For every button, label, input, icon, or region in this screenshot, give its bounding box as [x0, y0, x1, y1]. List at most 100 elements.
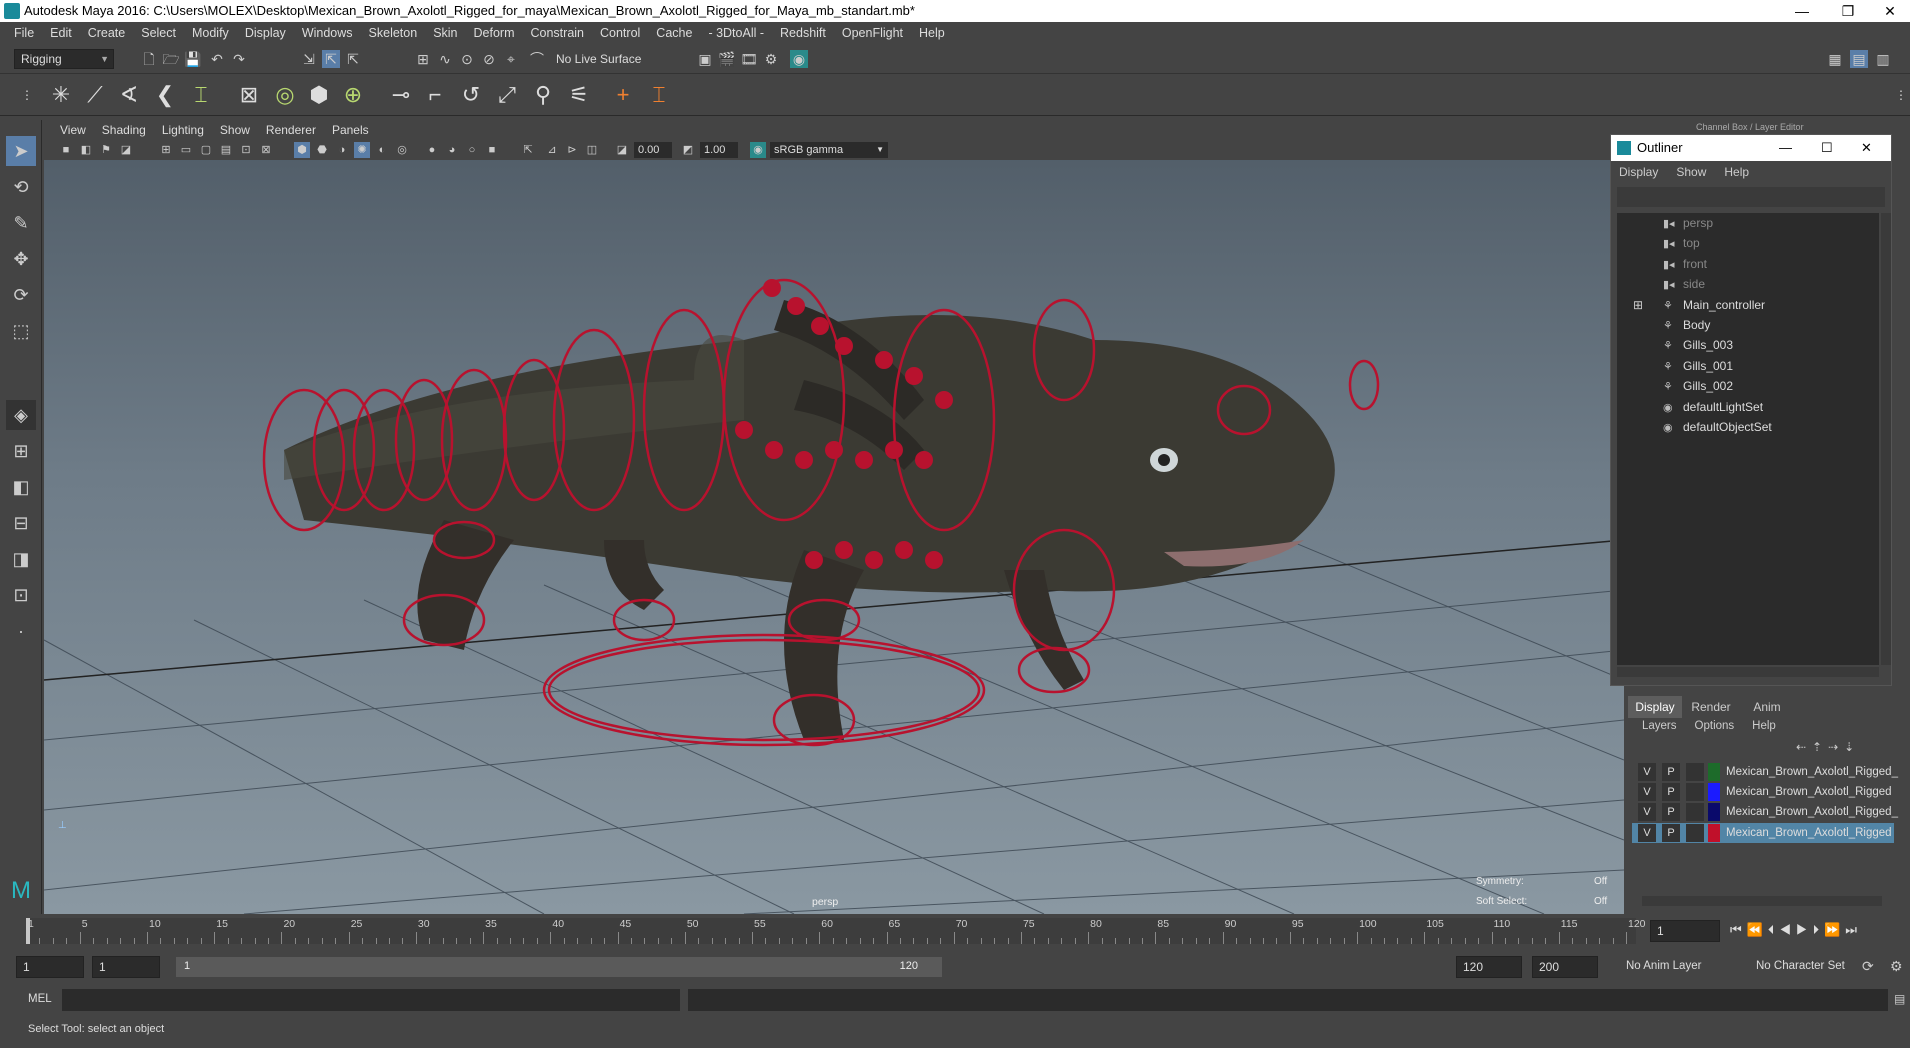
outliner-item[interactable]: ⊞ ⚘ Main_controller [1633, 295, 1765, 315]
mel-label[interactable]: MEL [28, 993, 52, 1005]
layer-playback-toggle[interactable]: P [1662, 763, 1680, 781]
viewport-menu-item[interactable]: Renderer [258, 123, 324, 137]
motion-blur-icon[interactable]: ◕ [444, 142, 460, 158]
outliner-item[interactable]: ⚘ Gills_003 [1663, 335, 1733, 355]
auto-key-icon[interactable]: ⟳ [1862, 958, 1874, 975]
layer-color-swatch[interactable] [1708, 823, 1720, 842]
live-surface-icon[interactable]: ⌒ [528, 50, 546, 68]
time-slider-track[interactable]: 1 5 10 15 20 25 30 35 40 45 50 55 60 65 70 75 80 85 90 95 10… [26, 918, 1646, 944]
snap-view-icon[interactable]: ⊘ [480, 50, 498, 68]
layer-tab[interactable]: Anim [1740, 696, 1794, 718]
new-scene-icon[interactable]: 🗋 [140, 50, 158, 68]
xray-active-icon[interactable]: ⊳ [564, 142, 580, 158]
joint-tool-icon[interactable]: ✳ [46, 79, 76, 111]
layer-row[interactable]: V P Mexican_Brown_Axolotl_Rigged_ [1632, 762, 1898, 782]
image-plane-icon[interactable]: ◪ [118, 142, 134, 158]
outliner-horizontal-scrollbar[interactable] [1617, 667, 1879, 677]
xray-icon[interactable]: ◎ [394, 142, 410, 158]
layer-display-type[interactable] [1686, 803, 1704, 822]
playback-end-field[interactable]: 120 [1456, 956, 1522, 978]
outliner-item[interactable]: ⚘ Gills_002 [1663, 376, 1733, 396]
layer-move-icons[interactable]: ⇠⇡⇢⇣ [1796, 740, 1860, 754]
layer-horizontal-scrollbar[interactable] [1642, 896, 1882, 906]
menu-item[interactable]: Display [237, 26, 294, 40]
backface-icon[interactable]: ◫ [584, 142, 600, 158]
menuset-dropdown[interactable]: Rigging ▼ [14, 49, 114, 69]
restore-button[interactable]: ❐ [1828, 0, 1868, 22]
color-management-icon[interactable]: ◉ [750, 142, 766, 158]
command-input[interactable] [62, 989, 680, 1011]
playback-controls[interactable]: ⏮⏪⏴◀▶⏵⏩⏭ [1730, 922, 1862, 938]
time-slider[interactable]: 1 5 10 15 20 25 30 35 40 45 50 55 60 65 70 75 80 85 90 95 10… [0, 914, 1910, 948]
menu-item[interactable]: Skeleton [361, 26, 426, 40]
ik-handle-icon[interactable]: ⟋ [80, 79, 110, 111]
render-settings-icon[interactable]: ⚙ [762, 50, 780, 68]
paint-select-icon[interactable]: ✎ [6, 208, 36, 238]
select-object-icon[interactable]: ⇱ [322, 50, 340, 68]
viewport-menu-item[interactable]: Show [212, 123, 258, 137]
outliner-menu-item[interactable]: Display [1619, 165, 1658, 179]
character-set-dropdown[interactable]: No Character Set [1756, 960, 1845, 972]
field-chart-icon[interactable]: ⊡ [238, 142, 254, 158]
color-space-dropdown[interactable]: sRGB gamma ▼ [770, 142, 888, 158]
scale-tool-icon[interactable]: ⬚ [6, 316, 36, 346]
outliner-vertical-scrollbar[interactable] [1881, 213, 1891, 665]
smooth-shade-icon[interactable]: ⬣ [314, 142, 330, 158]
camera-attributes-icon[interactable]: ◧ [78, 142, 94, 158]
set-driven-key-icon[interactable]: ⌶ [644, 79, 674, 111]
menu-item[interactable]: Help [911, 26, 953, 40]
side-by-side-icon[interactable]: ◧ [6, 472, 36, 502]
outliner-item[interactable]: ▮◂ persp [1663, 213, 1713, 233]
close-button[interactable]: ✕ [1870, 0, 1910, 22]
layer-tab[interactable]: Render [1684, 696, 1738, 718]
anim-layer-dropdown[interactable]: No Anim Layer [1626, 960, 1701, 972]
current-frame-field[interactable]: 1 [1650, 920, 1720, 942]
parent-constraint-icon[interactable]: ⊸ [386, 79, 416, 111]
lasso-tool-icon[interactable]: ⟲ [6, 172, 36, 202]
ik-spline-icon[interactable]: ∢ [114, 79, 144, 111]
layer-playback-toggle[interactable]: P [1662, 823, 1680, 842]
open-scene-icon[interactable]: 🗁 [162, 50, 180, 68]
select-camera-icon[interactable]: ■ [58, 142, 74, 158]
layer-menu-item[interactable]: Options [1695, 720, 1735, 732]
menu-item[interactable]: Constrain [523, 26, 593, 40]
select-tool-icon[interactable]: ➤ [6, 136, 36, 166]
outliner-menu-item[interactable]: Help [1724, 165, 1749, 179]
outliner-layout-icon[interactable]: ⊡ [6, 580, 36, 610]
undo-icon[interactable]: ↶ [208, 50, 226, 68]
scale-constraint-icon[interactable]: ⤢ [492, 79, 522, 111]
layer-color-swatch[interactable] [1708, 803, 1720, 822]
outliner-maximize-button[interactable]: ☐ [1821, 135, 1833, 161]
menu-item[interactable]: Cache [648, 26, 700, 40]
persp-viewport[interactable]: ⊥ persp Symmetry: Off Soft Select: Off [44, 120, 1624, 914]
layer-row[interactable]: V P Mexican_Brown_Axolotl_Rigged [1632, 782, 1894, 802]
aim-constraint-icon[interactable]: ⚲ [528, 79, 558, 111]
viewport-menu-item[interactable]: Shading [94, 123, 154, 137]
render-frame-icon[interactable]: 🎬 [718, 50, 736, 68]
layer-menu-item[interactable]: Layers [1642, 720, 1677, 732]
menu-item[interactable]: Modify [184, 26, 237, 40]
dof-icon[interactable]: ■ [484, 142, 500, 158]
more-layouts-icon[interactable]: · [6, 616, 36, 646]
menu-item[interactable]: OpenFlight [834, 26, 911, 40]
menu-item[interactable]: File [6, 26, 42, 40]
rotate-tool-icon[interactable]: ⟳ [6, 280, 36, 310]
resolution-gate-icon[interactable]: ▢ [198, 142, 214, 158]
lattice-icon[interactable]: ⊠ [234, 79, 264, 111]
four-view-icon[interactable]: ⊞ [6, 436, 36, 466]
outliner-item[interactable]: ⚘ Gills_001 [1663, 356, 1733, 376]
move-tool-icon[interactable]: ✥ [6, 244, 36, 274]
menu-item[interactable]: - 3DtoAll - [700, 26, 772, 40]
gate-mask-icon[interactable]: ▤ [218, 142, 234, 158]
point-constraint-icon[interactable]: ⌐ [420, 79, 450, 111]
film-gate-icon[interactable]: ▭ [178, 142, 194, 158]
layer-visibility-toggle[interactable]: V [1638, 783, 1656, 802]
outliner-close-button[interactable]: ✕ [1861, 135, 1872, 161]
ambient-occlusion-icon[interactable]: ● [424, 142, 440, 158]
minimize-button[interactable]: — [1782, 0, 1822, 22]
wireframe-icon[interactable]: ⬢ [294, 142, 310, 158]
isolate-select-icon[interactable]: ⇱ [520, 142, 536, 158]
layer-display-type[interactable] [1686, 783, 1704, 802]
viewport-menu-item[interactable]: Lighting [154, 123, 212, 137]
layer-visibility-toggle[interactable]: V [1638, 823, 1656, 842]
